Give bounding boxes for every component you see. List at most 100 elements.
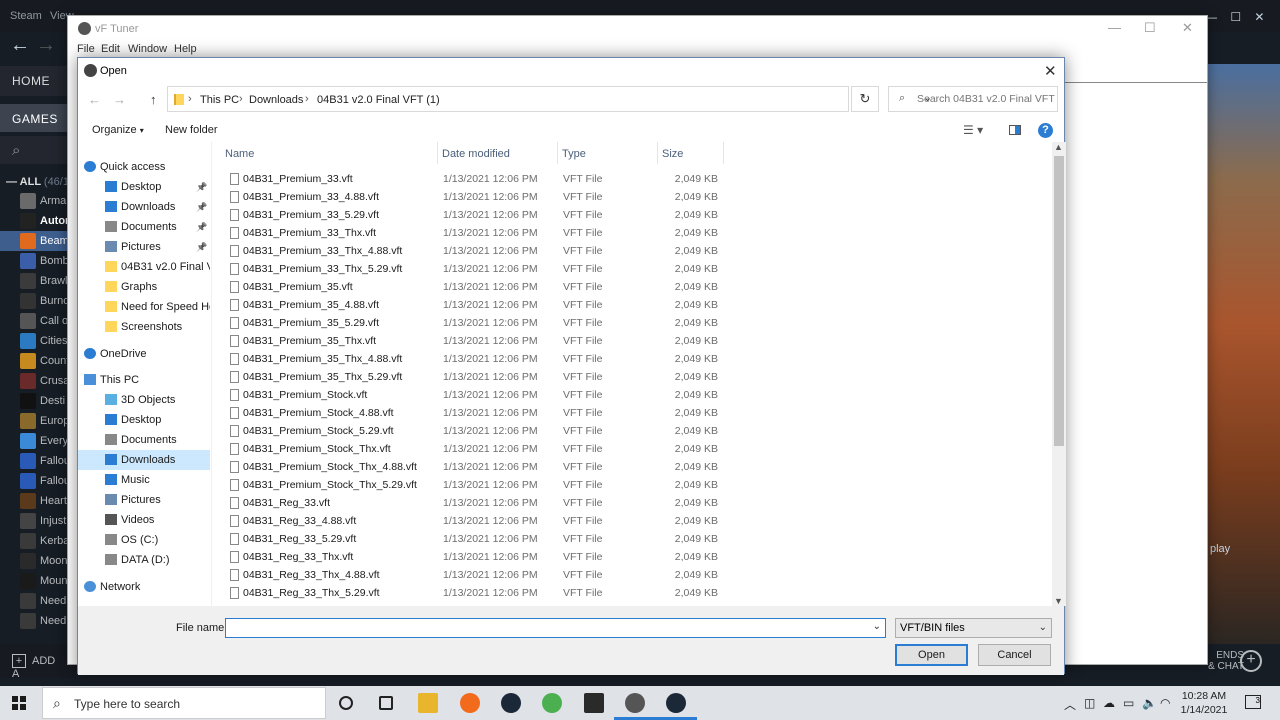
steam-game-item[interactable]: Hearts [0,491,76,511]
wifi-icon[interactable]: ◠ [1160,696,1170,710]
nav-item[interactable]: Pictures 📌 [78,237,210,257]
steam-game-item[interactable]: Every [0,431,76,451]
column-header-size[interactable]: Size [662,148,683,160]
back-icon[interactable]: ← [88,92,101,107]
pin-icon[interactable]: 📌 [196,217,207,237]
file-row[interactable]: 04B31_Premium_35.vft 1/13/2021 12:06 PM VF… [213,278,733,296]
nav-item[interactable]: DATA (D:) [78,550,210,570]
file-row[interactable]: 04B31_Premium_35_5.29.vft 1/13/2021 12:06… [213,314,733,332]
column-header-name[interactable]: Name [225,148,254,160]
windows-start-icon[interactable] [12,696,26,710]
steam-game-item[interactable]: Crusa [0,371,76,391]
up-icon[interactable]: ↑ [150,92,157,107]
steam-game-item[interactable]: Burno [0,291,76,311]
file-row[interactable]: 04B31_Premium_33_Thx_5.29.vft 1/13/2021 1… [213,260,733,278]
volume-icon[interactable]: 🔈 [1142,696,1157,710]
menu-window[interactable]: Window [128,43,167,55]
file-row[interactable]: 04B31_Reg_33_Thx_5.29.vft 1/13/2021 12:06… [213,584,733,602]
steam-game-item[interactable]: Moon [0,551,76,571]
breadcrumb-this-pc[interactable]: This PC [200,94,239,106]
file-row[interactable]: 04B31_Reg_33.vft 1/13/2021 12:06 PM VFT Fi… [213,494,733,512]
vf-tuner-icon[interactable] [625,693,645,713]
nav-item[interactable]: Quick access [78,157,210,177]
chevron-right-icon[interactable]: › [239,93,243,105]
menu-edit[interactable]: Edit [101,43,120,55]
steam-game-item[interactable]: Fallou [0,451,76,471]
file-row[interactable]: 04B31_Reg_33_5.29.vft 1/13/2021 12:06 PM V… [213,530,733,548]
file-type-select[interactable]: VFT/BIN files ⌄ [895,618,1052,638]
dialog-close-icon[interactable]: ✕ [1044,62,1057,80]
file-row[interactable]: 04B31_Premium_Stock_Thx_4.88.vft 1/13/202… [213,458,733,476]
taskbar-clock[interactable]: 10:28 AM 1/14/2021 [1174,689,1234,717]
file-row[interactable]: 04B31_Reg_33_Thx.vft 1/13/2021 12:06 PM VF… [213,548,733,566]
file-row[interactable]: 04B31_Premium_Stock_5.29.vft 1/13/2021 12… [213,422,733,440]
file-row[interactable]: 04B31_Premium_33_Thx.vft 1/13/2021 12:06 … [213,224,733,242]
column-divider[interactable] [723,142,724,164]
steam-game-item[interactable]: Count [0,351,76,371]
menu-file[interactable]: File [77,43,95,55]
file-row[interactable]: 04B31_Reg_33_Thx_4.88.vft 1/13/2021 12:06… [213,566,733,584]
file-list-scrollbar[interactable]: ▲ ▼ [1052,142,1066,606]
nav-item[interactable]: Network [78,577,210,597]
minimize-icon[interactable]: — [1108,20,1121,35]
steam-all-filter[interactable]: — ALL (46/1 [6,176,69,188]
nav-item[interactable]: Pictures [78,490,210,510]
column-header-type[interactable]: Type [562,148,586,160]
search-box[interactable]: ⌕ [888,86,1058,112]
steam-menu-steam[interactable]: Steam [10,10,42,22]
close-icon[interactable]: ✕ [1182,20,1193,36]
camera-icon[interactable]: ◫ [1084,696,1095,710]
file-row[interactable]: 04B31_Premium_33_5.29.vft 1/13/2021 12:06… [213,206,733,224]
task-view-icon[interactable] [379,696,393,710]
file-row[interactable]: 04B31_Premium_Stock_Thx_5.29.vft 1/13/202… [213,476,733,494]
refresh-icon[interactable]: ↻ [851,86,879,112]
file-explorer-icon[interactable] [418,693,438,713]
chevron-down-icon[interactable]: ⌄ [873,621,881,632]
add-friend-icon[interactable]: + [1240,650,1262,672]
chevron-right-icon[interactable]: › [188,93,192,105]
nav-item[interactable]: 04B31 v2.0 Final VFT [78,257,210,277]
steam-icon-2[interactable] [666,693,686,713]
scroll-thumb[interactable] [1054,156,1064,446]
nav-item[interactable]: Desktop 📌 [78,177,210,197]
steam-nav-arrows[interactable]: ← → [0,32,76,66]
steam-search-icon[interactable]: ⌕ [0,136,76,164]
steam-games-header[interactable]: GAMES [0,104,76,132]
steam-game-item[interactable]: Call o [0,311,76,331]
nav-item[interactable]: Documents [78,430,210,450]
steam-game-item[interactable]: Autom [0,211,76,231]
file-row[interactable]: 04B31_Premium_Stock.vft 1/13/2021 12:06 P… [213,386,733,404]
nav-item[interactable]: Documents 📌 [78,217,210,237]
file-row[interactable]: 04B31_Premium_33_Thx_4.88.vft 1/13/2021 1… [213,242,733,260]
column-header-date[interactable]: Date modified [442,148,510,160]
steam-window-controls[interactable]: — ☐ ✕ [1205,10,1264,24]
pin-icon[interactable]: 📌 [196,177,207,197]
column-divider[interactable] [437,142,438,164]
nav-item[interactable]: 3D Objects [78,390,210,410]
steam-game-item[interactable]: Need [0,591,76,611]
file-row[interactable]: 04B31_Premium_Stock_Thx.vft 1/13/2021 12:… [213,440,733,458]
menu-help[interactable]: Help [174,43,197,55]
epic-games-icon[interactable] [584,693,604,713]
search-input[interactable] [917,90,1055,108]
open-button[interactable]: Open [895,644,968,666]
file-name-combobox[interactable]: ⌄ [225,618,886,638]
file-row[interactable]: 04B31_Premium_33_4.88.vft 1/13/2021 12:06… [213,188,733,206]
steam-game-item[interactable]: Bomb [0,251,76,271]
steam-game-item[interactable]: Need [0,611,76,631]
column-divider[interactable] [657,142,658,164]
nav-item[interactable]: Graphs [78,277,210,297]
forward-icon[interactable]: → [113,92,126,107]
file-row[interactable]: 04B31_Premium_35_Thx_4.88.vft 1/13/2021 1… [213,350,733,368]
nav-item[interactable]: Videos [78,510,210,530]
pin-icon[interactable]: 📌 [196,237,207,257]
nav-item[interactable]: OneDrive [78,344,210,364]
steam-game-item[interactable]: Cities [0,331,76,351]
nav-item[interactable]: OS (C:) [78,530,210,550]
steam-game-item[interactable]: Arma [0,191,76,211]
steam-game-item[interactable]: Beamn [0,231,76,251]
add-game-button[interactable]: + ADD A [0,644,76,680]
organize-button[interactable]: Organize ▾ [92,124,144,136]
back-icon[interactable]: ← [10,34,30,57]
steam-game-item[interactable]: Desti [0,391,76,411]
